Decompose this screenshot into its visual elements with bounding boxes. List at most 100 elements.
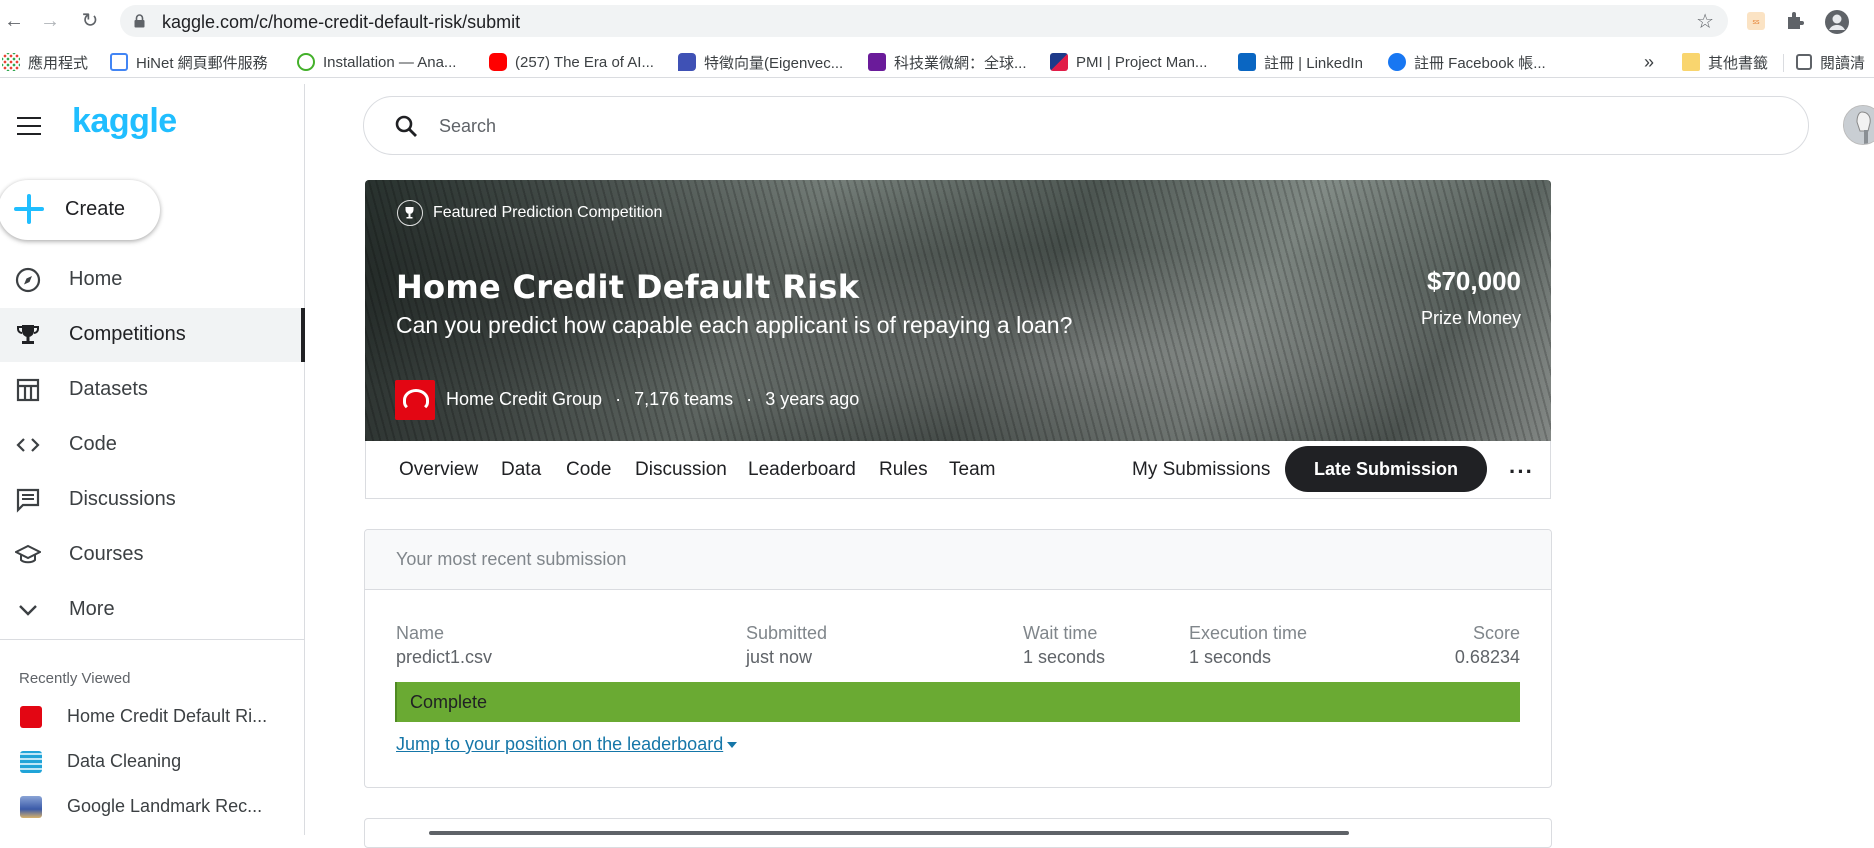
bookmark-hinet[interactable]: HiNet 網頁郵件服務 — [110, 52, 268, 72]
competition-header: Featured Prediction Competition Home Cre… — [365, 180, 1551, 441]
next-card — [364, 818, 1552, 848]
recent-item[interactable]: Data Cleaning — [0, 741, 305, 781]
prize-label: Prize Money — [1420, 308, 1521, 328]
bookmark-anaconda[interactable]: Installation — Ana... — [297, 52, 456, 72]
search-icon — [395, 115, 417, 137]
youtube-icon — [489, 53, 507, 71]
svg-text:ss: ss — [1753, 19, 1761, 26]
anaconda-icon — [297, 53, 315, 71]
forward-arrow-icon[interactable]: → — [38, 9, 62, 33]
execution-time-value: 1 seconds — [1189, 647, 1272, 667]
bookmark-linkedin[interactable]: 註冊 | LinkedIn — [1238, 52, 1363, 72]
extension-icon[interactable]: ss — [1744, 9, 1768, 33]
sidebar-item-courses[interactable]: Courses — [0, 528, 305, 582]
menu-icon[interactable] — [17, 117, 41, 135]
linkedin-icon — [1238, 53, 1256, 71]
create-label: Create — [65, 198, 126, 220]
folder-icon — [1682, 53, 1700, 71]
jump-link-label: Jump to your position on the leaderboard — [396, 734, 724, 754]
chat-bubble-icon — [678, 53, 696, 71]
host-logo[interactable] — [395, 380, 435, 420]
search-input[interactable] — [439, 112, 1739, 140]
recent-item[interactable]: Home Credit Default Ri... — [0, 696, 305, 736]
compass-icon — [15, 267, 41, 293]
jump-to-leaderboard-link[interactable]: Jump to your position on the leaderboard — [396, 734, 738, 755]
avatar[interactable] — [1843, 105, 1874, 145]
bookmark-tech[interactable]: 科技業微網：全球... — [868, 52, 1027, 72]
url-text: kaggle.com/c/home-credit-default-risk/su… — [162, 12, 521, 32]
prize-amount: $70,000 — [1427, 266, 1521, 296]
wait-time-header: Wait time — [1023, 623, 1098, 643]
submission-header-label: Your most recent submission — [396, 549, 627, 569]
bookmark-youtube[interactable]: (257) The Era of AI... — [489, 52, 654, 72]
submission-score: 0.68234 — [1454, 647, 1520, 667]
more-options-icon[interactable]: ··· — [1509, 459, 1534, 485]
bookmark-label: 註冊 | LinkedIn — [1264, 54, 1363, 72]
sidebar-item-label: Home — [69, 268, 123, 290]
address-bar[interactable]: kaggle.com/c/home-credit-default-risk/su… — [120, 5, 1728, 37]
competition-title: Home Credit Default Risk — [396, 268, 860, 306]
bookmarks-overflow[interactable]: » — [1644, 52, 1654, 72]
reading-list-icon — [1796, 54, 1812, 70]
bookmark-label: (257) The Era of AI... — [515, 53, 654, 71]
host-name[interactable]: Home Credit Group — [446, 389, 602, 409]
sidebar-item-label: Datasets — [69, 378, 148, 400]
tab-overview[interactable]: Overview — [399, 459, 478, 481]
sidebar-item-label: Competitions — [69, 323, 186, 345]
facebook-icon — [1388, 53, 1406, 71]
bookmark-pmi[interactable]: PMI | Project Man... — [1050, 52, 1207, 72]
submitted-column-header: Submitted — [746, 623, 828, 643]
bookmark-facebook[interactable]: 註冊 Facebook 帳... — [1388, 52, 1546, 72]
recent-item[interactable]: Google Landmark Rec... — [0, 786, 305, 826]
score-column-header: Score — [1472, 623, 1520, 643]
back-arrow-icon[interactable]: ← — [2, 9, 26, 33]
profile-icon[interactable] — [1824, 9, 1849, 34]
trophy-icon — [17, 325, 39, 344]
sidebar-item-label: More — [69, 598, 115, 620]
search-bar[interactable] — [363, 96, 1809, 155]
sidebar-item-datasets[interactable]: Datasets — [0, 363, 305, 417]
recent-item-label: Home Credit Default Ri... — [67, 706, 268, 726]
reading-list[interactable]: 閱讀清 — [1796, 52, 1865, 72]
tab-discussion[interactable]: Discussion — [635, 459, 727, 481]
tab-code[interactable]: Code — [566, 459, 611, 481]
team-count: 7,176 teams — [634, 389, 734, 409]
recent-item-label: Data Cleaning — [67, 751, 182, 771]
bookmark-label: 應用程式 — [28, 54, 89, 72]
tab-leaderboard[interactable]: Leaderboard — [748, 459, 856, 481]
submission-card: Your most recent submission Name predict… — [364, 529, 1552, 788]
sidebar-item-more[interactable]: More — [0, 583, 305, 637]
sidebar-item-label: Courses — [69, 543, 144, 565]
tab-team[interactable]: Team — [949, 459, 995, 481]
late-submission-button[interactable]: Late Submission — [1285, 446, 1487, 492]
overflow-chevron: » — [1644, 51, 1655, 72]
competition-age: 3 years ago — [765, 389, 860, 409]
mail-icon — [110, 53, 128, 71]
bookmark-label: 科技業微網：全球... — [894, 54, 1027, 72]
bookmark-star-icon[interactable]: ☆ — [1696, 9, 1714, 34]
bookmark-apps[interactable]: 應用程式 — [2, 52, 88, 72]
kaggle-logo[interactable]: kaggle — [72, 102, 177, 141]
bookmark-eigenvector[interactable]: 特徵向量(Eigenvec... — [678, 52, 843, 72]
reload-icon[interactable]: ↻ — [78, 9, 102, 33]
bookmarks-bar: 應用程式 HiNet 網頁郵件服務 Installation — Ana... … — [0, 46, 1874, 78]
competition-subtitle: Can you predict how capable each applica… — [396, 312, 1073, 338]
home-credit-icon — [20, 706, 42, 728]
my-submissions-link[interactable]: My Submissions — [1132, 459, 1270, 481]
tab-data[interactable]: Data — [501, 459, 541, 481]
badge-label: Featured Prediction Competition — [433, 204, 663, 221]
bookmark-label: 其他書籤 — [1708, 54, 1769, 72]
pmi-icon — [1050, 53, 1068, 71]
sidebar-item-discussions[interactable]: Discussions — [0, 473, 305, 527]
sidebar-item-home[interactable]: Home — [0, 253, 305, 307]
sidebar-item-competitions[interactable]: Competitions — [0, 308, 305, 362]
progress-divider — [429, 831, 1349, 835]
create-button[interactable]: Create — [0, 180, 160, 240]
bookmark-other[interactable]: 其他書籤 — [1682, 52, 1768, 72]
puzzle-icon[interactable] — [1784, 9, 1808, 33]
tab-rules[interactable]: Rules — [879, 459, 928, 481]
competition-tabs: Overview Data Code Discussion Leaderboar… — [365, 441, 1551, 499]
status-bar: Complete — [395, 682, 1520, 722]
sidebar-item-code[interactable]: Code — [0, 418, 305, 472]
caret-down-icon — [727, 742, 738, 749]
